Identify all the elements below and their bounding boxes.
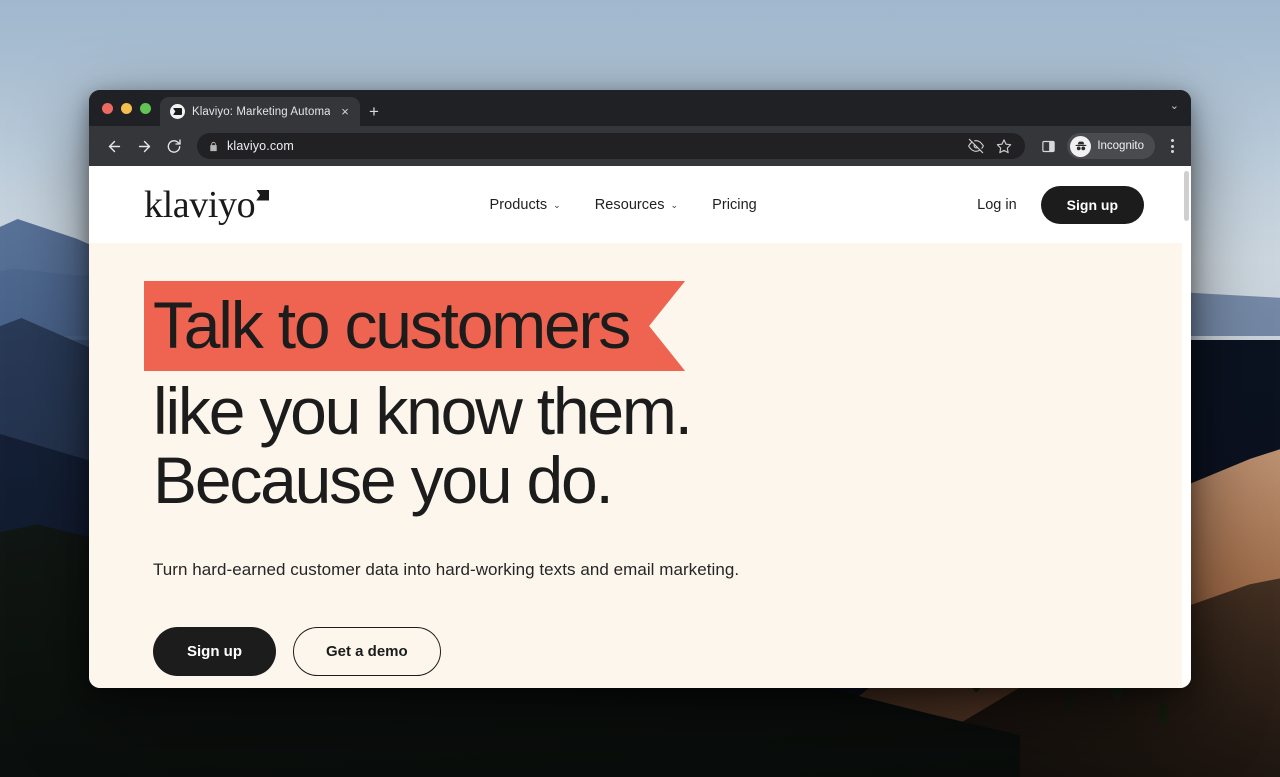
primary-nav: Products ⌄ Resources ⌄ Pricing	[490, 197, 757, 213]
nav-item-resources-label: Resources	[594, 196, 665, 213]
profile-chip[interactable]: Incognito	[1067, 133, 1155, 159]
hero-section: Talk to customers like you know them. Be…	[89, 243, 1191, 688]
headline-line-3: Because you do.	[153, 443, 614, 518]
side-panel-icon[interactable]	[1037, 139, 1059, 154]
headline-line-2: like you know them.	[153, 374, 693, 448]
headline-highlight-text: Talk to customers	[153, 288, 630, 362]
nav-item-products-label: Products	[489, 196, 548, 213]
page-scrollbar[interactable]	[1182, 166, 1191, 688]
page-viewport: klaviyo Products ⌄ Resources ⌄ Pricing L…	[89, 166, 1191, 688]
profile-label: Incognito	[1097, 140, 1144, 152]
forward-button[interactable]	[131, 133, 157, 159]
url-text: klaviyo.com	[227, 139, 294, 153]
site-navbar: klaviyo Products ⌄ Resources ⌄ Pricing L…	[89, 166, 1191, 243]
scrollbar-thumb[interactable]	[1184, 171, 1189, 221]
back-button[interactable]	[101, 133, 127, 159]
nav-item-resources[interactable]: Resources ⌄	[595, 197, 678, 213]
chevron-down-icon[interactable]: ⌄	[1170, 99, 1179, 112]
close-tab-icon[interactable]: ×	[337, 104, 353, 120]
logo-flag-icon	[256, 189, 270, 201]
toolbar-right-actions: Incognito	[1033, 133, 1181, 159]
logo-wordmark: klaviyo	[144, 183, 256, 226]
browser-tab[interactable]: Klaviyo: Marketing Automation ×	[160, 97, 360, 126]
ribbon-shape: Talk to customers	[144, 281, 685, 371]
star-icon[interactable]	[996, 138, 1012, 154]
eye-off-icon[interactable]	[968, 138, 985, 154]
chevron-down-icon: ⌄	[553, 200, 561, 210]
hero-subheading: Turn hard-earned customer data into hard…	[153, 559, 740, 579]
nav-actions: Log in Sign up	[977, 185, 1144, 224]
browser-toolbar: klaviyo.com Incognito	[89, 126, 1191, 166]
hero-cta-group: Sign up Get a demo	[144, 626, 1191, 676]
chevron-down-icon: ⌄	[670, 200, 679, 210]
klaviyo-logo[interactable]: klaviyo	[144, 183, 270, 226]
minimize-window-button[interactable]	[121, 102, 132, 114]
nav-item-products[interactable]: Products ⌄	[490, 197, 561, 213]
browser-window: Klaviyo: Marketing Automation × + ⌄ klav…	[89, 90, 1191, 688]
new-tab-button[interactable]: +	[360, 97, 388, 126]
tab-title: Klaviyo: Marketing Automation	[192, 105, 330, 118]
nav-item-pricing[interactable]: Pricing	[712, 197, 757, 213]
close-window-button[interactable]	[102, 102, 113, 114]
hero-demo-button[interactable]: Get a demo	[293, 626, 441, 676]
browser-tabstrip: Klaviyo: Marketing Automation × + ⌄	[89, 90, 1191, 126]
nav-signup-button[interactable]: Sign up	[1040, 185, 1144, 224]
omnibox-actions	[968, 138, 1014, 154]
klaviyo-favicon-icon	[170, 104, 185, 119]
address-bar[interactable]: klaviyo.com	[197, 133, 1026, 159]
kebab-menu-icon[interactable]	[1163, 139, 1181, 153]
reload-button[interactable]	[161, 133, 187, 159]
window-controls	[99, 90, 160, 126]
headline-lines: like you know them. Because you do.	[144, 374, 1191, 518]
lock-icon	[208, 141, 219, 152]
incognito-avatar-icon	[1070, 135, 1092, 157]
maximize-window-button[interactable]	[140, 102, 151, 114]
login-link[interactable]: Log in	[977, 197, 1017, 213]
headline-highlight-ribbon: Talk to customers	[144, 281, 685, 371]
nav-item-pricing-label: Pricing	[712, 196, 757, 213]
hero-signup-button[interactable]: Sign up	[153, 626, 276, 676]
